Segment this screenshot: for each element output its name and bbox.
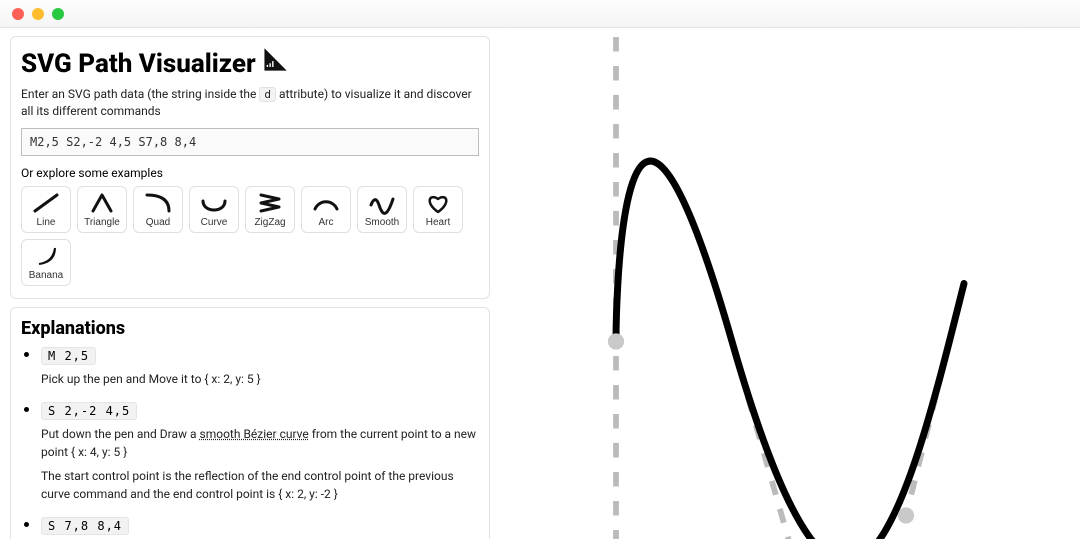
zigzag-icon xyxy=(255,191,285,215)
explanation-text: Pick up the pen and Move it to { x: 2, y… xyxy=(41,370,479,388)
intro-text-pre: Enter an SVG path data (the string insid… xyxy=(21,87,259,101)
heart-icon xyxy=(423,191,453,215)
explanations-card: Explanations M 2,5 Pick up the pen and M… xyxy=(10,307,490,539)
example-heart[interactable]: Heart xyxy=(413,186,463,233)
example-arc[interactable]: Arc xyxy=(301,186,351,233)
command-code: S 2,-2 4,5 xyxy=(41,402,137,420)
window-minimize-button[interactable] xyxy=(32,8,44,20)
explanation-text: Put down the pen and Draw a smooth Bézie… xyxy=(41,425,479,461)
explanations-heading: Explanations xyxy=(21,318,479,339)
example-banana[interactable]: Banana xyxy=(21,239,71,286)
intro-text-code: d xyxy=(259,87,276,102)
example-label: Quad xyxy=(146,217,170,228)
example-zigzag[interactable]: ZigZag xyxy=(245,186,295,233)
controls-panel: SVG Path Visualizer Enter an SVG path da… xyxy=(0,28,500,539)
example-label: Line xyxy=(37,217,56,228)
example-line[interactable]: Line xyxy=(21,186,71,233)
path-visualization xyxy=(500,28,1080,539)
quad-icon xyxy=(143,191,173,215)
command-code: S 7,8 8,4 xyxy=(41,517,129,535)
control-handle[interactable] xyxy=(898,507,914,523)
example-label: Curve xyxy=(201,217,228,228)
example-label: Smooth xyxy=(365,217,399,228)
ruler-triangle-icon xyxy=(262,47,288,80)
line-icon xyxy=(31,191,61,215)
control-handle[interactable] xyxy=(608,333,624,349)
triangle-icon xyxy=(87,191,117,215)
examples-row: Line Triangle Quad Curve ZigZag xyxy=(21,186,479,286)
banana-icon xyxy=(31,244,61,268)
intro-text: Enter an SVG path data (the string insid… xyxy=(21,86,479,120)
explanation-item: M 2,5 Pick up the pen and Move it to { x… xyxy=(41,345,479,388)
example-label: ZigZag xyxy=(254,217,285,228)
example-label: Heart xyxy=(426,217,450,228)
path-input[interactable] xyxy=(21,128,479,156)
page-title: SVG Path Visualizer xyxy=(21,47,479,80)
example-label: Banana xyxy=(29,270,63,281)
examples-label: Or explore some examples xyxy=(21,166,479,180)
smooth-icon xyxy=(367,191,397,215)
explanation-text: The start control point is the reflectio… xyxy=(41,467,479,503)
curve-icon xyxy=(199,191,229,215)
window-titlebar xyxy=(0,0,1080,28)
page-title-text: SVG Path Visualizer xyxy=(21,49,256,79)
command-code: M 2,5 xyxy=(41,347,96,365)
explanations-list: M 2,5 Pick up the pen and Move it to { x… xyxy=(21,345,479,539)
window-maximize-button[interactable] xyxy=(52,8,64,20)
example-label: Arc xyxy=(319,217,334,228)
example-smooth[interactable]: Smooth xyxy=(357,186,407,233)
example-curve[interactable]: Curve xyxy=(189,186,239,233)
arc-icon xyxy=(311,191,341,215)
example-quad[interactable]: Quad xyxy=(133,186,183,233)
visualization-panel xyxy=(500,28,1080,539)
explanation-item: S 7,8 8,4 Draw a smooth Bézier curve fro… xyxy=(41,515,479,539)
window-close-button[interactable] xyxy=(12,8,24,20)
example-label: Triangle xyxy=(84,217,120,228)
example-triangle[interactable]: Triangle xyxy=(77,186,127,233)
intro-card: SVG Path Visualizer Enter an SVG path da… xyxy=(10,36,490,299)
explanation-item: S 2,-2 4,5 Put down the pen and Draw a s… xyxy=(41,400,479,503)
